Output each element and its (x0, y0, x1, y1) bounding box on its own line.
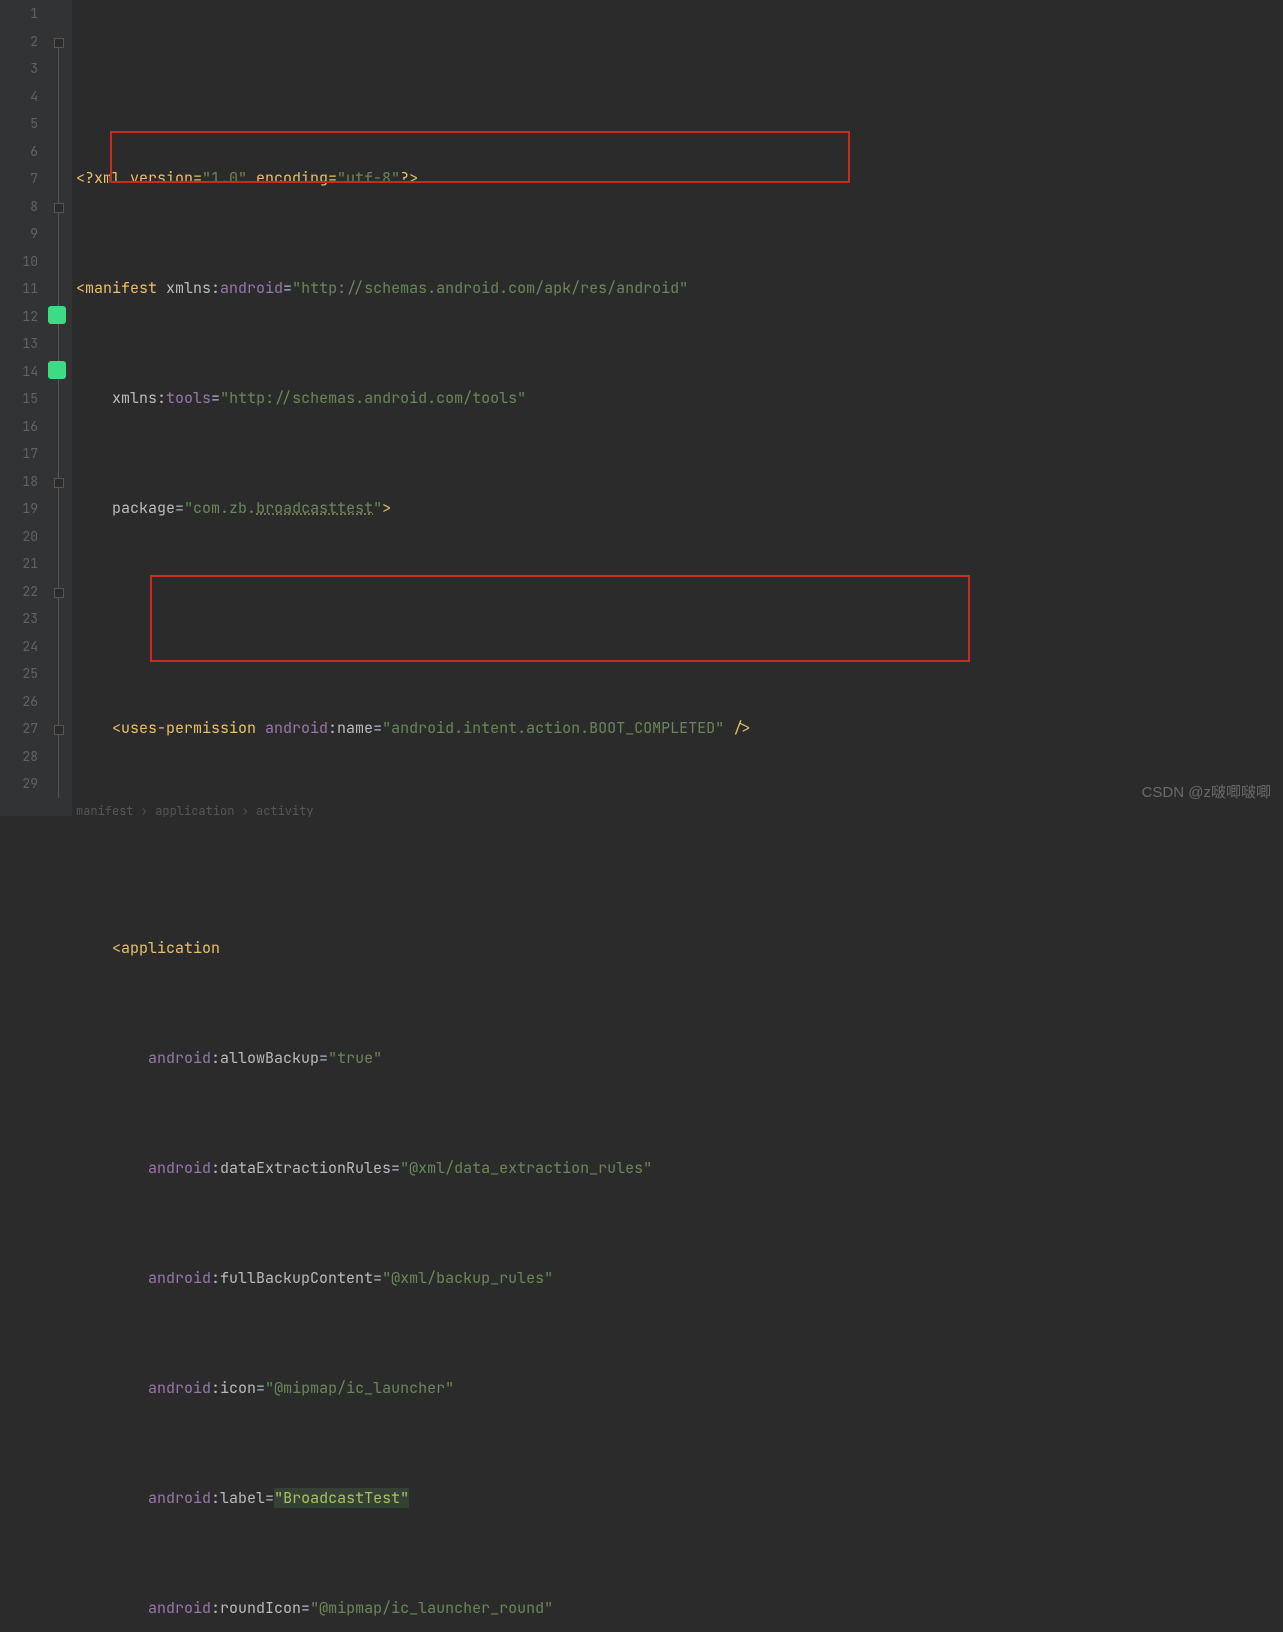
code-line[interactable]: android:icon="@mipmap/ic_launcher" (76, 1375, 787, 1403)
line-number: 9 (0, 220, 38, 248)
code-line[interactable] (76, 825, 787, 853)
android-icon[interactable] (48, 361, 66, 379)
line-number: 23 (0, 605, 38, 633)
code-line[interactable]: <?xml version="1.0" encoding="utf-8"?> (76, 165, 787, 193)
line-number: 21 (0, 550, 38, 578)
line-number: 16 (0, 413, 38, 441)
code-area[interactable]: <?xml version="1.0" encoding="utf-8"?> <… (72, 0, 787, 816)
line-number: 27 (0, 715, 38, 743)
code-line[interactable]: android:roundIcon="@mipmap/ic_launcher_r… (76, 1595, 787, 1623)
code-line[interactable]: package="com.zb.broadcasttest"> (76, 495, 787, 523)
fold-toggle-icon[interactable] (54, 725, 64, 735)
line-number: 15 (0, 385, 38, 413)
code-line[interactable]: android:dataExtractionRules="@xml/data_e… (76, 1155, 787, 1183)
line-number: 29 (0, 770, 38, 798)
line-number: 12 (0, 303, 38, 331)
code-line[interactable]: <uses-permission android:name="android.i… (76, 715, 787, 743)
line-number: 11 (0, 275, 38, 303)
line-number: 13 (0, 330, 38, 358)
code-line[interactable]: <manifest xmlns:android="http://schemas.… (76, 275, 787, 303)
line-number: 18 (0, 468, 38, 496)
line-number: 5 (0, 110, 38, 138)
line-number: 28 (0, 743, 38, 771)
line-number: 1 (0, 0, 38, 28)
code-line[interactable] (76, 605, 787, 633)
line-number: 8 (0, 193, 38, 221)
fold-toggle-icon[interactable] (54, 38, 64, 48)
line-number: 6 (0, 138, 38, 166)
line-number: 4 (0, 83, 38, 111)
code-line[interactable]: xmlns:tools="http://schemas.android.com/… (76, 385, 787, 413)
line-number: 17 (0, 440, 38, 468)
line-number: 10 (0, 248, 38, 276)
line-number: 25 (0, 660, 38, 688)
fold-column[interactable] (48, 0, 72, 816)
line-number: 22 (0, 578, 38, 606)
line-number: 20 (0, 523, 38, 551)
code-line[interactable]: android:allowBackup="true" (76, 1045, 787, 1073)
fold-toggle-icon[interactable] (54, 478, 64, 488)
code-line[interactable]: <application (76, 935, 787, 963)
breadcrumb-bar[interactable]: manifest › application › activity (76, 798, 314, 816)
line-number: 26 (0, 688, 38, 716)
line-number: 7 (0, 165, 38, 193)
line-number: 2 (0, 28, 38, 56)
line-number (0, 798, 38, 826)
line-number: 3 (0, 55, 38, 83)
code-editor[interactable]: 1 2 3 4 5 6 7 8 9 10 11 12 13 14 15 16 1… (0, 0, 1283, 816)
line-number: 14 (0, 358, 38, 386)
code-line[interactable]: android:fullBackupContent="@xml/backup_r… (76, 1265, 787, 1293)
line-number: 24 (0, 633, 38, 661)
fold-toggle-icon[interactable] (54, 588, 64, 598)
fold-toggle-icon[interactable] (54, 203, 64, 213)
watermark-text: CSDN @z啵唧啵唧 (1142, 779, 1271, 807)
line-number-gutter: 1 2 3 4 5 6 7 8 9 10 11 12 13 14 15 16 1… (0, 0, 48, 816)
android-icon[interactable] (48, 306, 66, 324)
code-line[interactable]: android:label="BroadcastTest" (76, 1485, 787, 1513)
fold-guide (58, 38, 59, 798)
line-number: 19 (0, 495, 38, 523)
